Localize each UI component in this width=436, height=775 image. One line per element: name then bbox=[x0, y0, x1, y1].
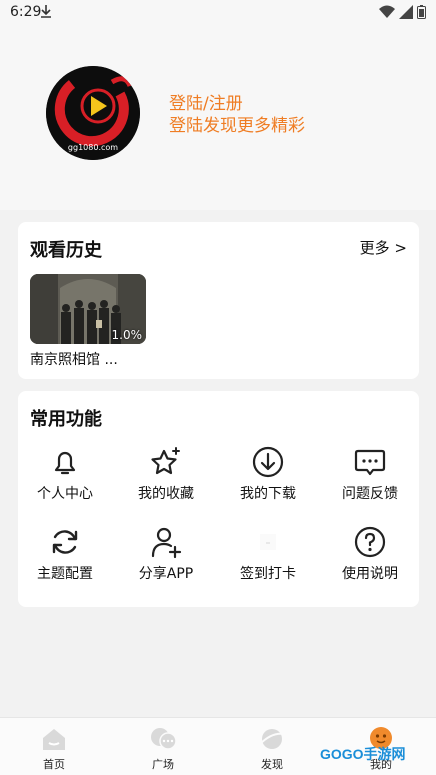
func-label: 问题反馈 bbox=[342, 486, 398, 502]
nav-square[interactable]: 广场 bbox=[123, 726, 203, 772]
status-icons bbox=[379, 5, 426, 19]
avatar-watermark: gg1080.com bbox=[68, 143, 118, 152]
battery-icon bbox=[417, 5, 426, 19]
chat-icon bbox=[151, 728, 177, 750]
func-label: 使用说明 bbox=[342, 566, 398, 582]
feedback-icon bbox=[354, 449, 386, 476]
help-icon bbox=[354, 526, 386, 558]
nav-label: 首页 bbox=[43, 758, 65, 771]
login-prompt[interactable]: 登陆/注册 登陆发现更多精彩 bbox=[169, 93, 305, 137]
login-subtitle: 登陆发现更多精彩 bbox=[169, 116, 305, 136]
checkin-icon bbox=[260, 534, 276, 550]
watch-progress: 1.0% bbox=[111, 328, 143, 342]
download-icon bbox=[252, 446, 284, 478]
func-downloads[interactable]: 我的下载 bbox=[218, 445, 318, 503]
func-label: 签到打卡 bbox=[240, 566, 296, 582]
func-label: 分享APP bbox=[138, 566, 194, 582]
wifi-icon bbox=[379, 5, 395, 18]
history-item-title[interactable]: 南京照相馆 ... bbox=[30, 349, 118, 369]
history-thumbnail[interactable]: 1.0% bbox=[30, 274, 146, 344]
func-label: 个人中心 bbox=[37, 486, 93, 502]
bell-icon bbox=[54, 451, 76, 475]
nav-label: 广场 bbox=[152, 758, 174, 771]
refresh-icon bbox=[52, 530, 78, 554]
share-user-icon bbox=[151, 527, 182, 559]
status-bar: 6:29 bbox=[0, 0, 436, 26]
app-logo-icon: gg1080.com bbox=[46, 66, 140, 160]
func-theme-config[interactable]: 主题配置 bbox=[15, 525, 115, 583]
func-instructions[interactable]: 使用说明 bbox=[320, 525, 420, 583]
func-label: 我的收藏 bbox=[138, 486, 194, 502]
func-personal-center[interactable]: 个人中心 bbox=[15, 445, 115, 503]
download-status-icon bbox=[41, 5, 51, 18]
login-register-link[interactable]: 登陆/注册 bbox=[169, 93, 305, 115]
nav-label: 发现 bbox=[261, 758, 283, 771]
func-favorites[interactable]: 我的收藏 bbox=[116, 445, 216, 503]
history-title: 观看历史 bbox=[30, 240, 102, 261]
nav-discover[interactable]: 发现 bbox=[232, 726, 312, 772]
site-watermark: GOGO手游网 bbox=[320, 746, 406, 762]
func-label: 主题配置 bbox=[37, 566, 93, 582]
planet-icon bbox=[259, 729, 285, 749]
profile-header: gg1080.com 登陆/注册 登陆发现更多精彩 bbox=[0, 26, 436, 210]
func-checkin[interactable]: 签到打卡 bbox=[218, 525, 318, 583]
common-functions-card: 常用功能 个人中心 我的收藏 我的下载 问题反馈 主题配置 分享APP 签到打卡… bbox=[18, 391, 419, 607]
func-feedback[interactable]: 问题反馈 bbox=[320, 445, 420, 503]
func-label: 我的下载 bbox=[240, 486, 296, 502]
avatar[interactable]: gg1080.com bbox=[46, 66, 140, 160]
home-icon bbox=[43, 729, 65, 750]
signal-icon bbox=[399, 5, 413, 19]
functions-title: 常用功能 bbox=[30, 409, 102, 430]
nav-home[interactable]: 首页 bbox=[14, 726, 94, 772]
history-more-link[interactable]: 更多 > bbox=[360, 237, 407, 258]
func-share-app[interactable]: 分享APP bbox=[116, 525, 216, 583]
status-time: 6:29 bbox=[10, 4, 42, 20]
watch-history-card: 观看历史 更多 > 1.0% 南京照相馆 ... bbox=[18, 222, 419, 379]
star-icon bbox=[151, 447, 180, 475]
